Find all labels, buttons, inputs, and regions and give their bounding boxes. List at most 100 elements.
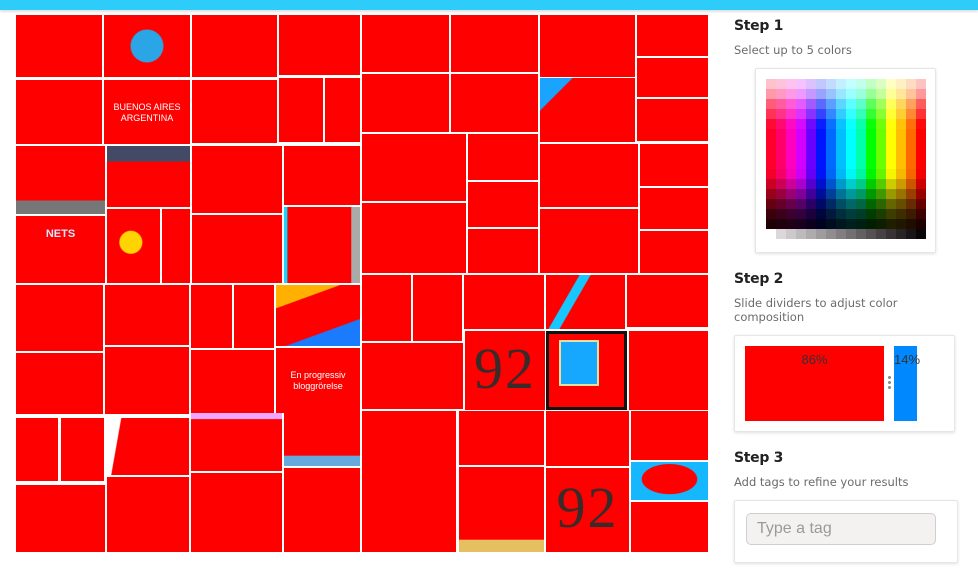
color-swatch[interactable] — [906, 99, 916, 109]
color-swatch[interactable] — [826, 139, 836, 149]
color-swatch[interactable] — [826, 109, 836, 119]
result-image-tile[interactable] — [362, 343, 463, 409]
color-swatch[interactable] — [856, 149, 866, 159]
color-swatch[interactable] — [846, 169, 856, 179]
result-image-tile[interactable] — [362, 411, 456, 482]
divider-handle[interactable] — [887, 376, 891, 396]
color-swatch[interactable] — [896, 169, 906, 179]
color-swatch[interactable] — [816, 219, 826, 229]
color-swatch[interactable] — [856, 199, 866, 209]
color-swatch[interactable] — [796, 169, 806, 179]
color-swatch[interactable] — [826, 159, 836, 169]
color-swatch[interactable] — [816, 129, 826, 139]
color-swatch[interactable] — [886, 229, 896, 239]
color-swatch[interactable] — [766, 149, 776, 159]
color-swatch[interactable] — [876, 219, 886, 229]
color-swatch[interactable] — [846, 179, 856, 189]
color-swatch[interactable] — [896, 79, 906, 89]
color-swatch[interactable] — [766, 79, 776, 89]
color-swatch[interactable] — [776, 119, 786, 129]
color-swatch[interactable] — [896, 119, 906, 129]
color-swatch[interactable] — [836, 129, 846, 139]
result-image-tile[interactable] — [451, 15, 538, 72]
color-swatch[interactable] — [796, 89, 806, 99]
color-swatch[interactable] — [826, 179, 836, 189]
result-image-tile[interactable] — [631, 411, 708, 460]
color-swatch[interactable] — [836, 229, 846, 239]
color-swatch[interactable] — [806, 139, 816, 149]
result-image-tile[interactable] — [191, 473, 282, 552]
color-swatch[interactable] — [876, 89, 886, 99]
color-swatch[interactable] — [776, 99, 786, 109]
result-image-tile[interactable] — [284, 413, 360, 466]
color-swatch[interactable] — [766, 189, 776, 199]
result-image-tile[interactable] — [459, 411, 544, 465]
color-swatch[interactable] — [806, 99, 816, 109]
color-swatch[interactable] — [876, 99, 886, 109]
color-swatch[interactable] — [916, 89, 926, 99]
result-image-tile[interactable] — [637, 99, 708, 141]
color-swatch[interactable] — [856, 179, 866, 189]
color-swatch[interactable] — [806, 209, 816, 219]
color-swatch[interactable] — [896, 209, 906, 219]
color-swatch[interactable] — [906, 219, 916, 229]
color-swatch[interactable] — [896, 89, 906, 99]
color-swatch[interactable] — [886, 209, 896, 219]
color-swatch[interactable] — [766, 129, 776, 139]
color-swatch[interactable] — [866, 119, 876, 129]
color-swatch[interactable] — [836, 199, 846, 209]
color-swatch[interactable] — [876, 229, 886, 239]
color-swatch[interactable] — [766, 199, 776, 209]
color-swatch[interactable] — [886, 199, 896, 209]
color-swatch[interactable] — [856, 169, 866, 179]
result-image-tile[interactable]: 92 — [465, 331, 545, 410]
color-swatch[interactable] — [906, 109, 916, 119]
color-swatch[interactable] — [826, 99, 836, 109]
result-image-tile[interactable] — [279, 78, 323, 142]
result-image-tile[interactable] — [540, 15, 635, 77]
color-swatch[interactable] — [866, 199, 876, 209]
color-swatch[interactable] — [816, 229, 826, 239]
result-image-tile[interactable] — [284, 468, 360, 552]
color-swatch[interactable] — [796, 179, 806, 189]
color-swatch[interactable] — [766, 229, 776, 239]
color-swatch[interactable] — [806, 129, 816, 139]
color-swatch[interactable] — [876, 199, 886, 209]
color-swatch[interactable] — [826, 199, 836, 209]
color-swatch[interactable] — [796, 129, 806, 139]
color-swatch[interactable] — [856, 139, 866, 149]
color-swatch[interactable] — [886, 159, 896, 169]
color-swatch[interactable] — [856, 79, 866, 89]
color-swatch[interactable] — [916, 119, 926, 129]
color-swatch[interactable] — [766, 169, 776, 179]
color-swatch[interactable] — [866, 159, 876, 169]
color-swatch[interactable] — [916, 219, 926, 229]
color-swatch[interactable] — [806, 199, 816, 209]
color-swatch[interactable] — [796, 159, 806, 169]
color-swatch[interactable] — [776, 139, 786, 149]
color-swatch[interactable] — [816, 179, 826, 189]
color-swatch[interactable] — [866, 229, 876, 239]
result-image-tile[interactable] — [16, 418, 58, 481]
result-image-tile[interactable] — [640, 144, 708, 186]
color-swatch[interactable] — [876, 139, 886, 149]
color-swatch[interactable] — [846, 99, 856, 109]
color-swatch[interactable] — [876, 189, 886, 199]
color-swatch[interactable] — [876, 79, 886, 89]
result-image-tile[interactable] — [276, 285, 360, 346]
color-swatch[interactable] — [836, 169, 846, 179]
color-swatch[interactable] — [836, 179, 846, 189]
color-swatch[interactable] — [786, 109, 796, 119]
color-swatch[interactable] — [876, 119, 886, 129]
color-swatch[interactable] — [796, 199, 806, 209]
color-swatch[interactable] — [786, 89, 796, 99]
color-swatch[interactable] — [886, 219, 896, 229]
result-image-tile[interactable] — [637, 15, 708, 56]
color-swatch[interactable] — [786, 79, 796, 89]
color-swatch[interactable] — [846, 229, 856, 239]
color-swatch[interactable] — [826, 89, 836, 99]
color-swatch[interactable] — [816, 149, 826, 159]
result-image-tile[interactable] — [637, 58, 708, 97]
color-swatch[interactable] — [866, 109, 876, 119]
color-swatch[interactable] — [916, 109, 926, 119]
